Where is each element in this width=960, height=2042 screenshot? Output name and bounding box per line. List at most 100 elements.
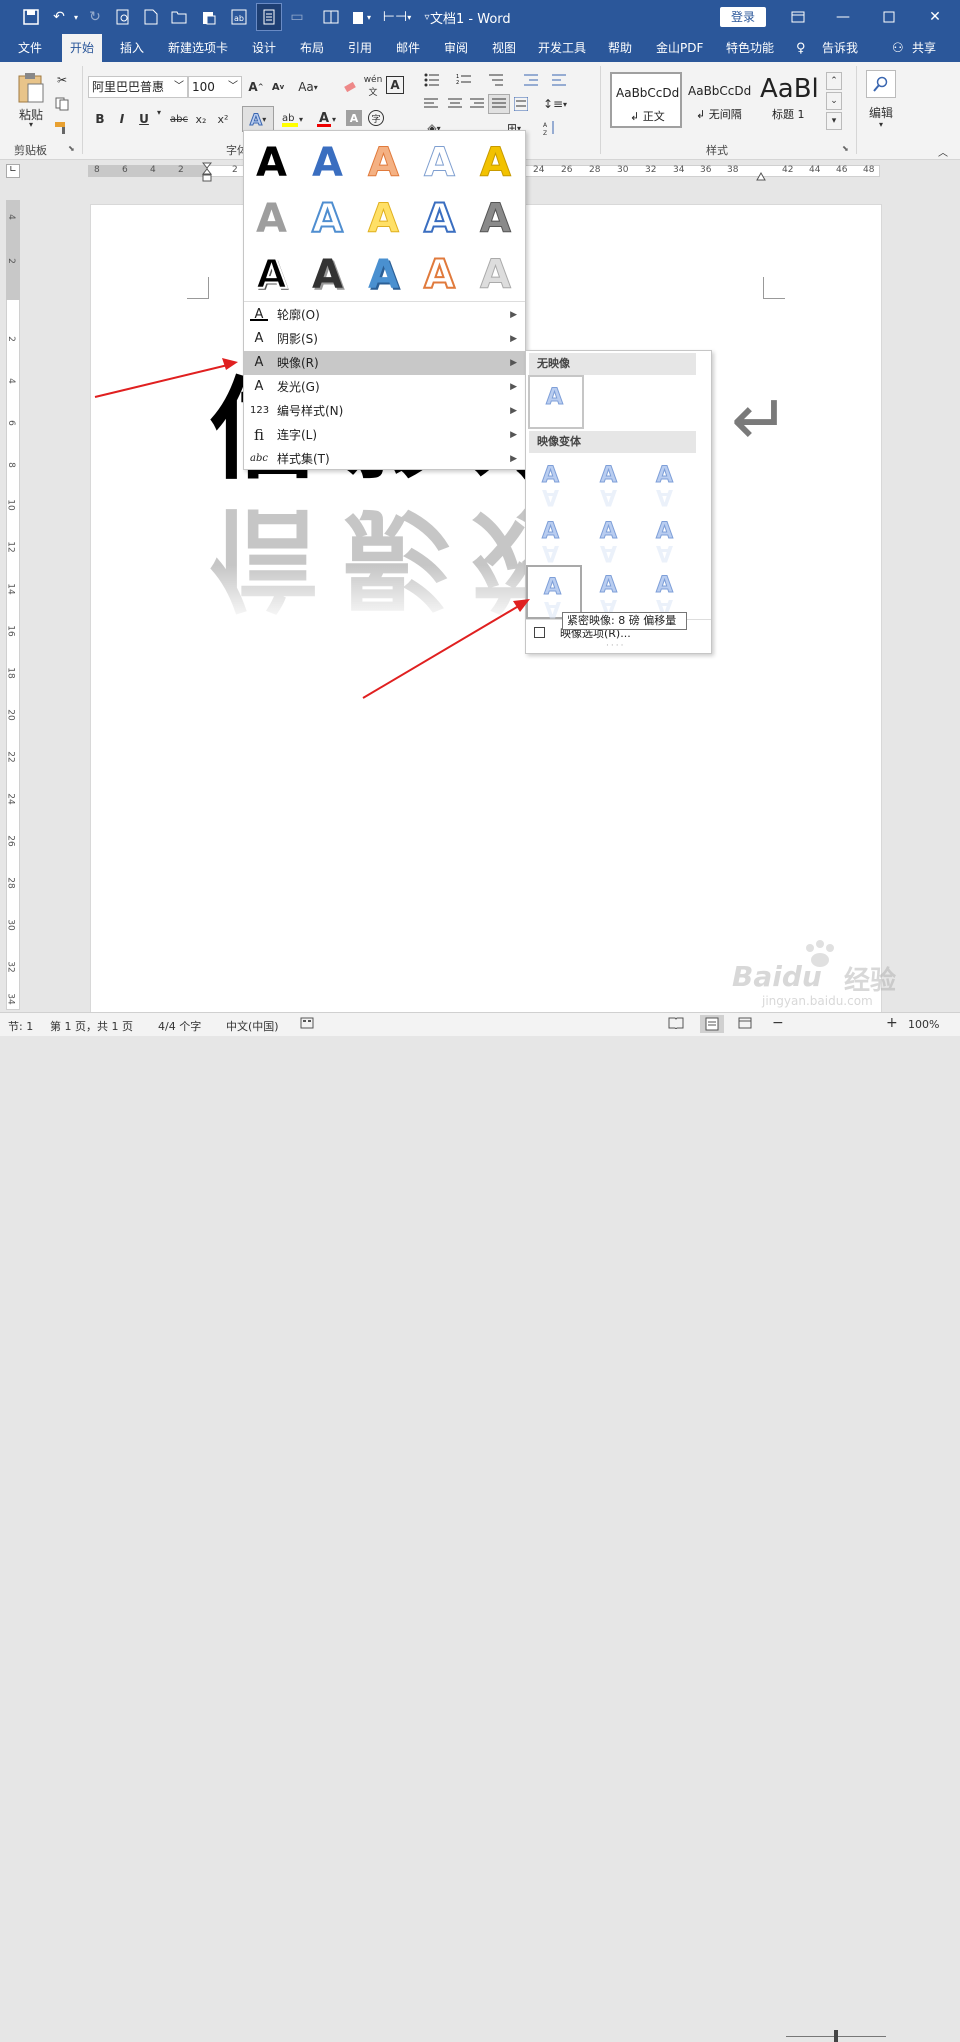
superscript-button[interactable]: x² <box>214 108 232 130</box>
undo-icon[interactable]: ↶ <box>48 6 70 28</box>
new-doc-icon[interactable] <box>140 6 162 28</box>
clipboard-launcher-icon[interactable]: ⬊ <box>68 144 75 153</box>
menu-item-outline[interactable]: A 轮廓(O) ▶ <box>244 303 525 327</box>
underline-dropdown-icon[interactable]: ▾ <box>154 108 164 117</box>
style-no-spacing[interactable]: AaBbCcDd ↲ 无间隔 <box>684 72 756 128</box>
paste-special-icon[interactable]: ▾ <box>346 6 376 28</box>
table-icon[interactable] <box>320 6 342 28</box>
styles-scroll-up-icon[interactable]: ⌃ <box>826 72 842 90</box>
page-indicator[interactable]: 第 1 页，共 1 页 <box>50 1018 133 1034</box>
resize-grip-icon[interactable]: ···· <box>606 641 625 651</box>
underline-button[interactable]: U <box>136 108 152 130</box>
tab-review[interactable]: 审阅 <box>436 34 476 62</box>
paste-large-icon[interactable] <box>12 68 50 108</box>
highlight-icon[interactable]: ab ▾ <box>278 106 306 132</box>
line-spacing-icon[interactable]: ↕≡ ▾ <box>540 94 570 114</box>
undo-dropdown-icon[interactable]: ▾ <box>70 6 82 28</box>
tab-new-tab[interactable]: 新建选项卡 <box>160 34 236 62</box>
print-layout-view-icon[interactable] <box>700 1015 724 1033</box>
reflection-variant-tile[interactable]: AA <box>640 511 696 565</box>
text-effect-style-tile[interactable]: A <box>368 255 399 295</box>
align-right-icon[interactable] <box>466 94 488 114</box>
read-mode-view-icon[interactable] <box>668 1017 684 1032</box>
text-effect-style-tile[interactable]: A <box>312 143 343 183</box>
style-heading-1[interactable]: AaBl 标题 1 <box>758 72 824 128</box>
reflection-variant-tile[interactable]: AA <box>584 511 640 565</box>
clear-format-icon[interactable] <box>340 76 360 98</box>
menu-item-glow[interactable]: A 发光(G) ▶ <box>244 375 525 399</box>
strikethrough-button[interactable]: abc <box>168 108 190 130</box>
enclose-char-icon[interactable]: 字 <box>368 110 384 126</box>
paste-dropdown-icon[interactable]: ▾ <box>26 120 36 129</box>
align-center-icon[interactable] <box>444 94 466 114</box>
editing-button[interactable]: 编辑 <box>866 104 896 121</box>
text-effect-style-tile[interactable]: A <box>311 198 344 240</box>
menu-item-stylistic-sets[interactable]: abc 样式集(T) ▶ <box>244 447 525 471</box>
share-button[interactable]: 共享 <box>904 34 944 62</box>
tab-help[interactable]: 帮助 <box>600 34 640 62</box>
minimize-icon[interactable]: — <box>820 2 866 32</box>
reflection-variant-tile[interactable]: AA <box>584 455 640 509</box>
reflection-variant-tile[interactable]: AA <box>526 511 582 565</box>
tab-layout[interactable]: 布局 <box>292 34 332 62</box>
copy-icon[interactable] <box>52 94 72 114</box>
bullets-icon[interactable] <box>420 70 444 90</box>
distribute-icon[interactable] <box>510 94 532 114</box>
format-painter-icon[interactable] <box>52 118 72 138</box>
text-effect-style-tile[interactable]: A <box>480 143 512 184</box>
increase-indent-icon[interactable] <box>548 70 570 90</box>
editing-dropdown-icon[interactable]: ▾ <box>876 120 886 129</box>
text-effect-style-tile[interactable]: A <box>312 255 343 295</box>
text-effect-style-tile[interactable]: A <box>424 143 456 184</box>
phonetic-guide-icon[interactable]: wén 文 <box>362 74 384 98</box>
word-count[interactable]: 4/4 个字 <box>158 1018 201 1034</box>
cut-icon[interactable]: ✂ <box>52 70 72 90</box>
reflection-variant-tile-selected[interactable]: AA <box>526 565 582 621</box>
font-size-combo[interactable]: 100 ﹀ <box>188 76 242 98</box>
tell-me-search[interactable]: 告诉我 <box>814 34 866 62</box>
print-preview-icon[interactable] <box>112 6 134 28</box>
tab-design[interactable]: 设计 <box>244 34 284 62</box>
tab-file[interactable]: 文件 <box>10 34 50 62</box>
styles-more-icon[interactable]: ▾ <box>826 112 842 130</box>
reflection-variant-tile[interactable]: AA <box>526 455 582 509</box>
char-shading-icon[interactable]: A <box>346 110 362 126</box>
read-mode-icon[interactable] <box>256 3 282 31</box>
numbering-icon[interactable]: 12 <box>452 70 476 90</box>
subscript-button[interactable]: x₂ <box>192 108 210 130</box>
char-border-icon[interactable]: A <box>386 76 404 94</box>
tab-view[interactable]: 视图 <box>484 34 524 62</box>
change-case-button[interactable]: Aa ▾ <box>296 76 320 98</box>
tab-insert[interactable]: 插入 <box>112 34 152 62</box>
language-indicator[interactable]: 中文(中国) <box>226 1018 279 1034</box>
tab-selector-icon[interactable]: ∟ <box>6 164 20 178</box>
justify-icon[interactable] <box>488 94 510 114</box>
text-effect-style-tile[interactable]: A <box>368 143 400 184</box>
collapse-ribbon-icon[interactable]: ︿ <box>936 144 950 159</box>
tab-home[interactable]: 开始 <box>62 34 103 62</box>
zoom-level[interactable]: 100% <box>908 1018 939 1031</box>
styles-scroll-down-icon[interactable]: ⌄ <box>826 92 842 110</box>
tab-developer[interactable]: 开发工具 <box>530 34 594 62</box>
italic-button[interactable]: I <box>114 108 130 130</box>
text-effect-style-tile[interactable]: A <box>256 143 287 183</box>
reflection-options-checkbox-icon[interactable] <box>534 627 545 638</box>
reflection-variant-tile[interactable]: AA <box>640 455 696 509</box>
shrink-font-icon[interactable]: Av <box>270 76 286 98</box>
multilevel-list-icon[interactable] <box>484 70 508 90</box>
spacing-icon[interactable]: ⊢⊣ ▾ <box>382 6 412 28</box>
text-effect-style-tile[interactable]: A <box>423 198 456 240</box>
align-left-icon[interactable] <box>420 94 442 114</box>
paste-icon[interactable] <box>198 6 220 28</box>
save-icon[interactable] <box>20 6 42 28</box>
close-icon[interactable]: ✕ <box>912 2 958 32</box>
tab-references[interactable]: 引用 <box>340 34 380 62</box>
ribbon-display-icon[interactable] <box>775 2 821 32</box>
font-color-icon[interactable]: A ▾ <box>312 106 340 132</box>
maximize-icon[interactable] <box>866 2 912 32</box>
text-effects-button[interactable]: A ▾ <box>242 106 274 132</box>
sort-icon[interactable]: AZ <box>540 118 560 138</box>
menu-item-shadow[interactable]: A 阴影(S) ▶ <box>244 327 525 351</box>
tab-kingsoft-pdf[interactable]: 金山PDF <box>648 34 711 62</box>
text-effect-style-tile[interactable]: A <box>423 254 456 296</box>
